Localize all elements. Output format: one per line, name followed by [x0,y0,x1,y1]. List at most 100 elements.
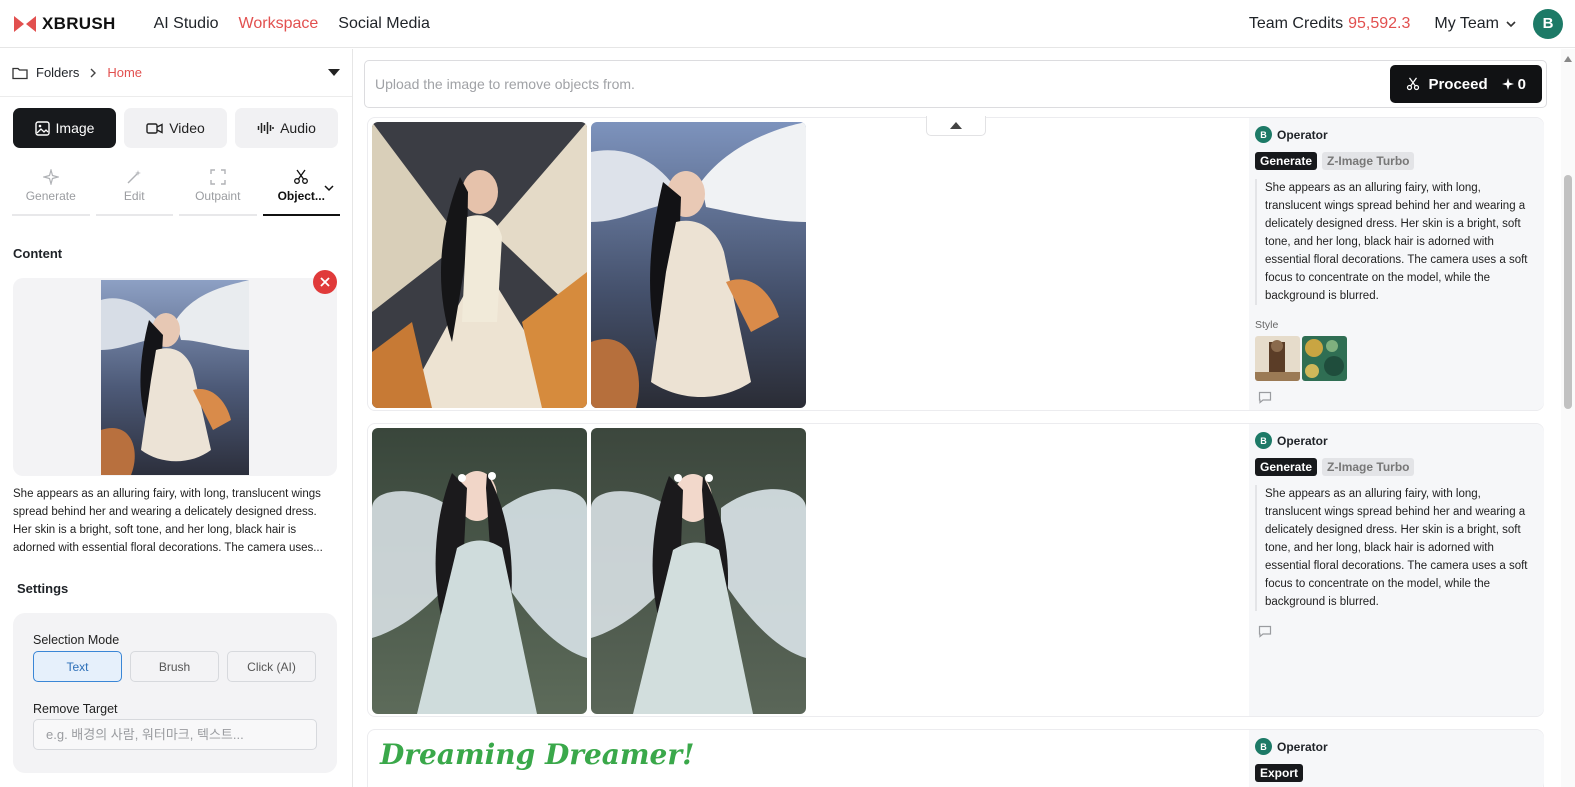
tab-audio[interactable]: Audio [235,108,338,148]
team-label: My Team [1434,14,1499,32]
model-badge: Z-Image Turbo [1322,152,1415,170]
media-tabs: Image Video Audio [0,97,352,148]
content-title: Content [13,246,63,261]
result-image[interactable] [591,122,806,408]
tool-tab-object-remove[interactable]: Object... [262,158,340,216]
team-selector[interactable]: My Team [1434,15,1517,33]
expand-icon [210,169,226,185]
badge-row: Export [1255,764,1538,782]
nav-ai-studio[interactable]: AI Studio [154,15,219,33]
header-right: Team Credits 95,592.3 My Team B [1248,8,1563,39]
comment-icon[interactable] [1258,391,1272,404]
chevron-down-icon [1506,20,1516,27]
style-thumbnail[interactable] [1255,336,1300,381]
proceed-button[interactable]: Proceed 0 [1390,65,1542,103]
settings-title: Settings [17,581,69,596]
result-prompt: She appears as an alluring fairy, with l… [1255,485,1538,611]
result-card: B Operator Generate Z-Image Turbo She ap… [367,117,1544,411]
credits-label: Team Credits [1248,14,1344,32]
operator-avatar: B [1255,432,1272,449]
result-info: B Operator Generate Z-Image Turbo She ap… [1249,424,1544,716]
xbrush-logo-icon [14,15,36,32]
content-prompt: She appears as an alluring fairy, with l… [13,488,323,554]
scissors-icon [1407,77,1420,91]
selection-mode-brush[interactable]: Brush [130,651,219,682]
tab-audio-label: Audio [280,120,316,136]
badge-row: Generate Z-Image Turbo [1255,458,1538,476]
proceed-cost-value: 0 [1517,75,1526,93]
collapse-toggle[interactable] [926,116,986,136]
style-thumbnails [1255,336,1538,381]
chevron-down-icon[interactable] [324,184,334,192]
tab-video[interactable]: Video [124,108,227,148]
user-avatar[interactable]: B [1533,8,1563,39]
tool-tab-edit-label: Edit [123,189,145,203]
result-prompt: She appears as an alluring fairy, with l… [1255,179,1538,305]
scroll-thumb[interactable] [1564,175,1572,409]
selection-mode-text[interactable]: Text [33,651,122,682]
result-image[interactable] [372,428,587,714]
nav-social-media[interactable]: Social Media [338,15,430,33]
settings-panel: Selection Mode Text Brush Click (AI) Rem… [13,613,337,773]
tool-tab-outpaint[interactable]: Outpaint [179,158,257,216]
sparkle-icon [1501,78,1514,90]
operator-avatar: B [1255,126,1272,143]
breadcrumb-folders[interactable]: Folders [36,65,79,80]
selection-mode-label: Selection Mode [33,633,120,647]
top-bar: XBRUSH AI Studio Workspace Social Media … [0,0,1575,48]
style-thumbnail[interactable] [1302,336,1347,381]
result-image-text: Dreaming Dreamer! [380,738,695,771]
breadcrumb-home[interactable]: Home [107,65,142,80]
operator-name: Operator [1277,739,1328,754]
caret-down-icon[interactable] [328,68,340,77]
tab-image-label: Image [55,120,95,136]
result-images [372,428,806,714]
logo-text: XBRUSH [42,13,116,33]
tab-video-label: Video [169,120,205,136]
operator-avatar: B [1255,738,1272,755]
audio-icon [257,122,274,134]
breadcrumb: Folders Home [0,49,352,97]
selection-mode-click-ai[interactable]: Click (AI) [227,651,316,682]
comment-icon[interactable] [1258,625,1272,638]
close-icon [320,277,330,287]
upload-placeholder: Upload the image to remove objects from. [375,76,635,92]
main-scrollbar[interactable] [1561,49,1575,787]
tool-tabs: Generate Edit Outpaint Object... [0,158,352,216]
result-card: Dreaming Dreamer! B Operator Export [367,729,1544,787]
folder-icon [12,67,28,79]
content-image-box[interactable] [13,270,337,476]
remove-target-label: Remove Target [33,702,118,716]
generate-badge: Generate [1255,458,1318,476]
remove-target-input[interactable] [33,719,317,750]
result-card: B Operator Generate Z-Image Turbo She ap… [367,423,1544,717]
result-image[interactable] [372,122,587,408]
tool-tab-outpaint-label: Outpaint [195,189,241,203]
style-label: Style [1255,319,1279,331]
video-icon [146,122,163,134]
operator-name: Operator [1277,433,1328,448]
tool-tab-object-label: Object... [277,189,325,203]
remove-content-button[interactable] [313,270,337,294]
sparkle-icon [42,169,59,185]
main-content: Upload the image to remove objects from.… [354,49,1575,787]
logo[interactable]: XBRUSH [14,14,116,34]
operator-name: Operator [1277,127,1328,142]
tab-image[interactable]: Image [13,108,116,148]
tool-tab-edit[interactable]: Edit [95,158,173,216]
nav-workspace[interactable]: Workspace [239,15,319,33]
tool-tab-generate[interactable]: Generate [12,158,90,216]
proceed-label: Proceed [1428,75,1488,93]
selection-mode-group: Text Brush Click (AI) [33,651,317,682]
wand-icon [127,170,142,184]
upload-bar[interactable]: Upload the image to remove objects from.… [364,60,1547,108]
scroll-up-arrow-icon[interactable] [1564,56,1572,62]
export-badge: Export [1255,764,1304,782]
model-badge: Z-Image Turbo [1322,458,1415,476]
operator-row: B Operator [1255,432,1538,449]
operator-row: B Operator [1255,738,1538,755]
result-image[interactable] [591,428,806,714]
badge-row: Generate Z-Image Turbo [1255,152,1538,170]
main-nav: AI Studio Workspace Social Media [154,15,430,33]
credits-value: 95,592.3 [1348,14,1411,32]
